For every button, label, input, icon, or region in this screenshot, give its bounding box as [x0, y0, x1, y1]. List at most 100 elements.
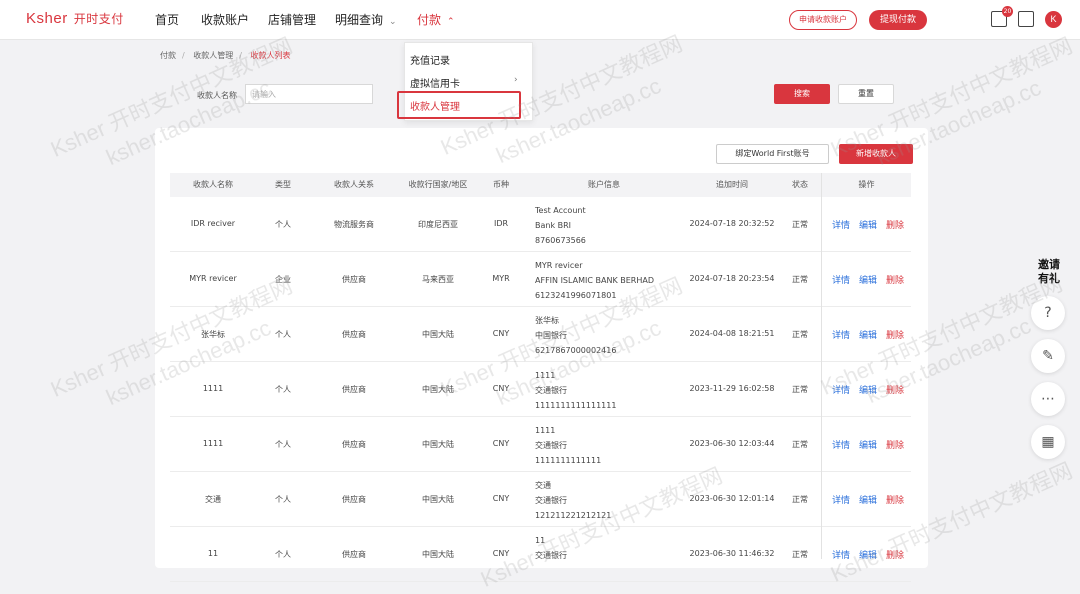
cell-currency: CNY: [492, 329, 510, 338]
delete-link[interactable]: 删除: [886, 218, 904, 231]
cell-relation: 供应商: [342, 330, 366, 339]
apply-account-button[interactable]: 申请收款账户: [789, 10, 857, 30]
th-currency: 币种: [493, 180, 509, 189]
calendar-icon[interactable]: [1018, 11, 1034, 27]
nav-payment[interactable]: 付款 ⌃: [417, 0, 455, 40]
cell-country: 中国大陆: [422, 440, 454, 449]
reset-button[interactable]: 重置: [838, 84, 894, 104]
account-line: 11: [535, 536, 546, 545]
chat-icon[interactable]: ⋯: [1031, 382, 1065, 416]
cell-country: 马来西亚: [422, 275, 454, 284]
cell-name: 11: [207, 549, 219, 558]
edit-link[interactable]: 编辑: [859, 328, 877, 341]
cell-currency: MYR: [492, 274, 510, 283]
bind-world-first-button[interactable]: 绑定World First账号: [716, 144, 829, 164]
cell-country: 中国大陆: [422, 495, 454, 504]
details-link[interactable]: 详情: [832, 438, 850, 451]
cell-status: 正常: [792, 440, 808, 449]
account-line: 交通银行: [535, 386, 567, 395]
details-link[interactable]: 详情: [832, 548, 850, 561]
account-line: AFFIN ISLAMIC BANK BERHAD: [535, 276, 654, 285]
account-line: 1111: [535, 426, 556, 435]
cell-time: 2024-04-08 18:21:51: [689, 329, 775, 338]
delete-link[interactable]: 删除: [886, 273, 904, 286]
breadcrumb-payee-management[interactable]: 收款人管理: [193, 51, 233, 60]
breadcrumb: 付款 / 收款人管理 / 收款人列表: [160, 51, 291, 60]
cell-type: 个人: [275, 220, 291, 229]
cell-account-info: 交通 交通银行 121211221212121: [535, 478, 611, 523]
menu-item-recharge-records[interactable]: 充值记录: [410, 52, 450, 67]
nav-store-management[interactable]: 店铺管理: [268, 0, 316, 40]
qr-code-icon[interactable]: ▦: [1031, 425, 1065, 459]
account-line: 1111111111111111: [535, 401, 617, 410]
breadcrumb-payment[interactable]: 付款: [160, 51, 176, 60]
table-row-divider: [170, 526, 911, 527]
cell-relation: 供应商: [342, 385, 366, 394]
delete-link[interactable]: 删除: [886, 328, 904, 341]
account-line: 8760673566: [535, 236, 586, 245]
cell-account-info: 1111 交通银行 1111111111111: [535, 423, 601, 468]
cell-account-info: 1111 交通银行 1111111111111111: [535, 368, 616, 413]
table-row-divider: [170, 251, 911, 252]
account-line: 交通: [535, 481, 551, 490]
cell-type: 个人: [275, 550, 291, 559]
help-icon[interactable]: ?: [1031, 296, 1065, 330]
avatar[interactable]: K: [1045, 11, 1062, 28]
nav-home[interactable]: 首页: [155, 0, 179, 40]
th-type: 类型: [275, 180, 291, 189]
edit-link[interactable]: 编辑: [859, 438, 877, 451]
account-line: Test Account: [535, 206, 586, 215]
cell-currency: CNY: [492, 384, 510, 393]
account-line: 交通银行: [535, 441, 567, 450]
delete-link[interactable]: 删除: [886, 438, 904, 451]
th-country: 收款行国家/地区: [408, 180, 468, 189]
cell-type: 个人: [275, 330, 291, 339]
account-line: 121211221212121: [535, 511, 612, 520]
cell-currency: CNY: [492, 549, 510, 558]
add-payee-button[interactable]: 新增收款人: [839, 144, 913, 164]
cell-status: 正常: [792, 330, 808, 339]
invite-reward-badge[interactable]: 邀请有礼: [1034, 258, 1064, 286]
details-link[interactable]: 详情: [832, 328, 850, 341]
edit-link[interactable]: 编辑: [859, 273, 877, 286]
edit-link[interactable]: 编辑: [859, 493, 877, 506]
cell-account-info: 张华标 中国银行 6217867000002416: [535, 313, 616, 358]
cell-time: 2024-07-18 20:32:52: [689, 219, 775, 228]
nav-detail-query[interactable]: 明细查询 ⌄: [335, 0, 397, 40]
delete-link[interactable]: 删除: [886, 383, 904, 396]
table-row-divider: [170, 361, 911, 362]
cell-currency: IDR: [493, 219, 509, 228]
cell-relation: 供应商: [342, 550, 366, 559]
search-button[interactable]: 搜索: [774, 84, 830, 104]
cell-status: 正常: [792, 220, 808, 229]
cell-country: 中国大陆: [422, 330, 454, 339]
cell-time: 2023-06-30 11:46:32: [689, 549, 775, 558]
delete-link[interactable]: 删除: [886, 548, 904, 561]
delete-link[interactable]: 删除: [886, 493, 904, 506]
cell-name: 1111: [202, 439, 224, 448]
account-line: 中国银行: [535, 331, 567, 340]
details-link[interactable]: 详情: [832, 273, 850, 286]
cell-currency: CNY: [492, 494, 510, 503]
menu-item-virtual-card[interactable]: 虚拟信用卡: [410, 75, 460, 90]
nav-receiving-account[interactable]: 收款账户: [201, 0, 249, 40]
edit-link[interactable]: 编辑: [859, 218, 877, 231]
edit-link[interactable]: 编辑: [859, 383, 877, 396]
cell-country: 中国大陆: [422, 550, 454, 559]
chevron-right-icon: ›: [514, 75, 518, 85]
edit-icon[interactable]: ✎: [1031, 339, 1065, 373]
chevron-down-icon: ⌄: [389, 17, 397, 27]
cell-relation: 物流服务商: [334, 220, 374, 229]
highlight-box: [397, 91, 521, 119]
cell-status: 正常: [792, 495, 808, 504]
cell-status: 正常: [792, 385, 808, 394]
details-link[interactable]: 详情: [832, 383, 850, 396]
ksher-logo[interactable]: Ksher 开时支付: [26, 10, 124, 27]
table-row-divider: [170, 416, 911, 417]
payee-name-input[interactable]: [245, 84, 373, 104]
edit-link[interactable]: 编辑: [859, 548, 877, 561]
details-link[interactable]: 详情: [832, 218, 850, 231]
cell-country: 印度尼西亚: [418, 220, 458, 229]
withdraw-button[interactable]: 提现付款: [869, 10, 927, 30]
details-link[interactable]: 详情: [832, 493, 850, 506]
